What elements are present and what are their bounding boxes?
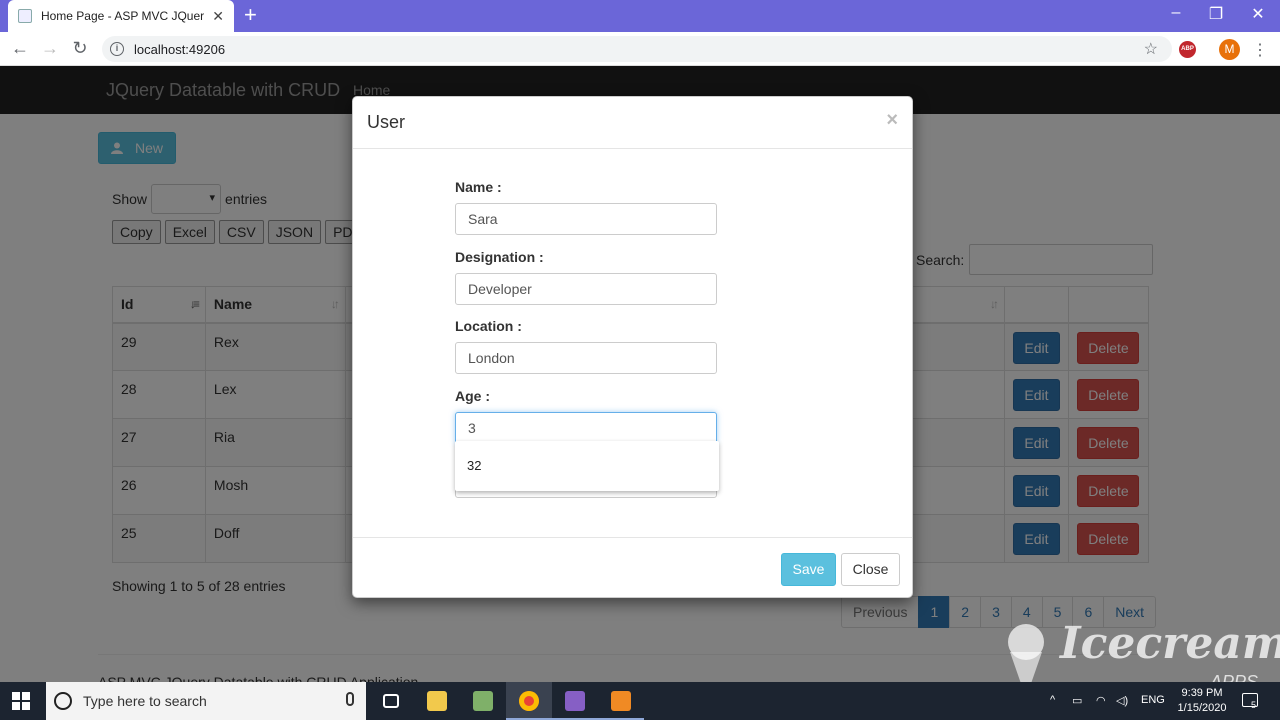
page-favicon-icon xyxy=(18,9,32,23)
modal-title: User xyxy=(367,112,406,132)
url-field[interactable]: i localhost:49206 ☆ xyxy=(102,36,1172,62)
modal-close-icon[interactable]: × xyxy=(886,109,898,132)
profile-avatar[interactable]: M xyxy=(1219,39,1240,60)
modal-header: User × xyxy=(353,97,912,149)
web-page: JQuery Datatable with CRUD Home New Show… xyxy=(0,66,1280,682)
site-info-icon[interactable]: i xyxy=(110,42,124,56)
location-field[interactable] xyxy=(455,342,717,374)
location-label: Location : xyxy=(455,318,522,334)
recorder-icon[interactable] xyxy=(598,682,644,720)
designation-field[interactable] xyxy=(455,273,717,305)
back-icon[interactable]: ← xyxy=(8,38,32,59)
reload-icon[interactable]: ↻ xyxy=(68,38,92,59)
browser-tab[interactable]: Home Page - ASP MVC JQuery D ✕ xyxy=(8,0,234,32)
cortana-icon xyxy=(54,692,72,710)
wifi-icon[interactable]: ◠ xyxy=(1096,694,1106,707)
browser-menu-icon[interactable]: ⋮ xyxy=(1252,40,1268,60)
url-text: localhost:49206 xyxy=(134,41,226,57)
windows-start-icon[interactable] xyxy=(12,692,30,710)
name-field[interactable] xyxy=(455,203,717,235)
windows-taskbar: Type here to search ^ ▭ ◠ ◁) ENG 9:39 PM… xyxy=(0,682,1280,720)
adblock-extension-icon[interactable]: ABP xyxy=(1179,41,1196,58)
battery-icon[interactable]: ▭ xyxy=(1072,694,1082,707)
age-label: Age : xyxy=(455,388,490,404)
new-tab-icon[interactable]: + xyxy=(244,4,257,26)
bookmark-star-icon[interactable]: ☆ xyxy=(1144,39,1158,59)
file-explorer-icon[interactable] xyxy=(414,682,460,720)
designation-group: Designation : xyxy=(455,249,717,305)
taskbar-search-input[interactable]: Type here to search xyxy=(46,682,366,720)
tab-close-icon[interactable]: ✕ xyxy=(212,8,224,25)
age-group: Age : xyxy=(455,388,717,444)
taskbar-search-placeholder: Type here to search xyxy=(83,693,207,709)
modal-footer: Save Close xyxy=(353,537,912,597)
window-close-icon[interactable]: ✕ xyxy=(1238,4,1278,24)
taskbar-clock[interactable]: 9:39 PM 1/15/2020 xyxy=(1176,686,1228,716)
browser-tab-strip: Home Page - ASP MVC JQuery D ✕ + – ❐ ✕ xyxy=(0,0,1280,32)
name-label: Name : xyxy=(455,179,502,195)
name-group: Name : xyxy=(455,179,717,235)
address-bar: ← → ↻ i localhost:49206 ☆ xyxy=(0,32,1280,66)
app-icon[interactable] xyxy=(460,682,506,720)
age-field[interactable] xyxy=(455,412,717,444)
task-view-icon[interactable] xyxy=(368,682,414,720)
minimize-icon[interactable]: – xyxy=(1156,4,1196,22)
user-modal: User × Name : Designation : Location : A… xyxy=(352,96,913,598)
clock-date: 1/15/2020 xyxy=(1177,702,1227,714)
tab-title: Home Page - ASP MVC JQuery D xyxy=(40,9,205,23)
forward-icon[interactable]: → xyxy=(38,38,62,59)
microphone-icon[interactable] xyxy=(346,692,354,706)
location-group: Location : xyxy=(455,318,717,374)
close-button[interactable]: Close xyxy=(841,553,900,586)
autocomplete-dropdown: 32 xyxy=(455,441,719,491)
language-indicator[interactable]: ENG xyxy=(1141,694,1165,706)
visual-studio-icon[interactable] xyxy=(552,682,598,720)
chrome-icon[interactable] xyxy=(506,682,552,720)
designation-label: Designation : xyxy=(455,249,544,265)
notification-count: 5 xyxy=(1251,700,1257,710)
clock-time: 9:39 PM xyxy=(1181,687,1223,699)
restore-icon[interactable]: ❐ xyxy=(1196,4,1236,24)
save-button[interactable]: Save xyxy=(781,553,836,586)
tray-chevron-icon[interactable]: ^ xyxy=(1050,694,1055,706)
volume-icon[interactable]: ◁) xyxy=(1116,694,1128,707)
autocomplete-option[interactable]: 32 xyxy=(467,458,481,473)
